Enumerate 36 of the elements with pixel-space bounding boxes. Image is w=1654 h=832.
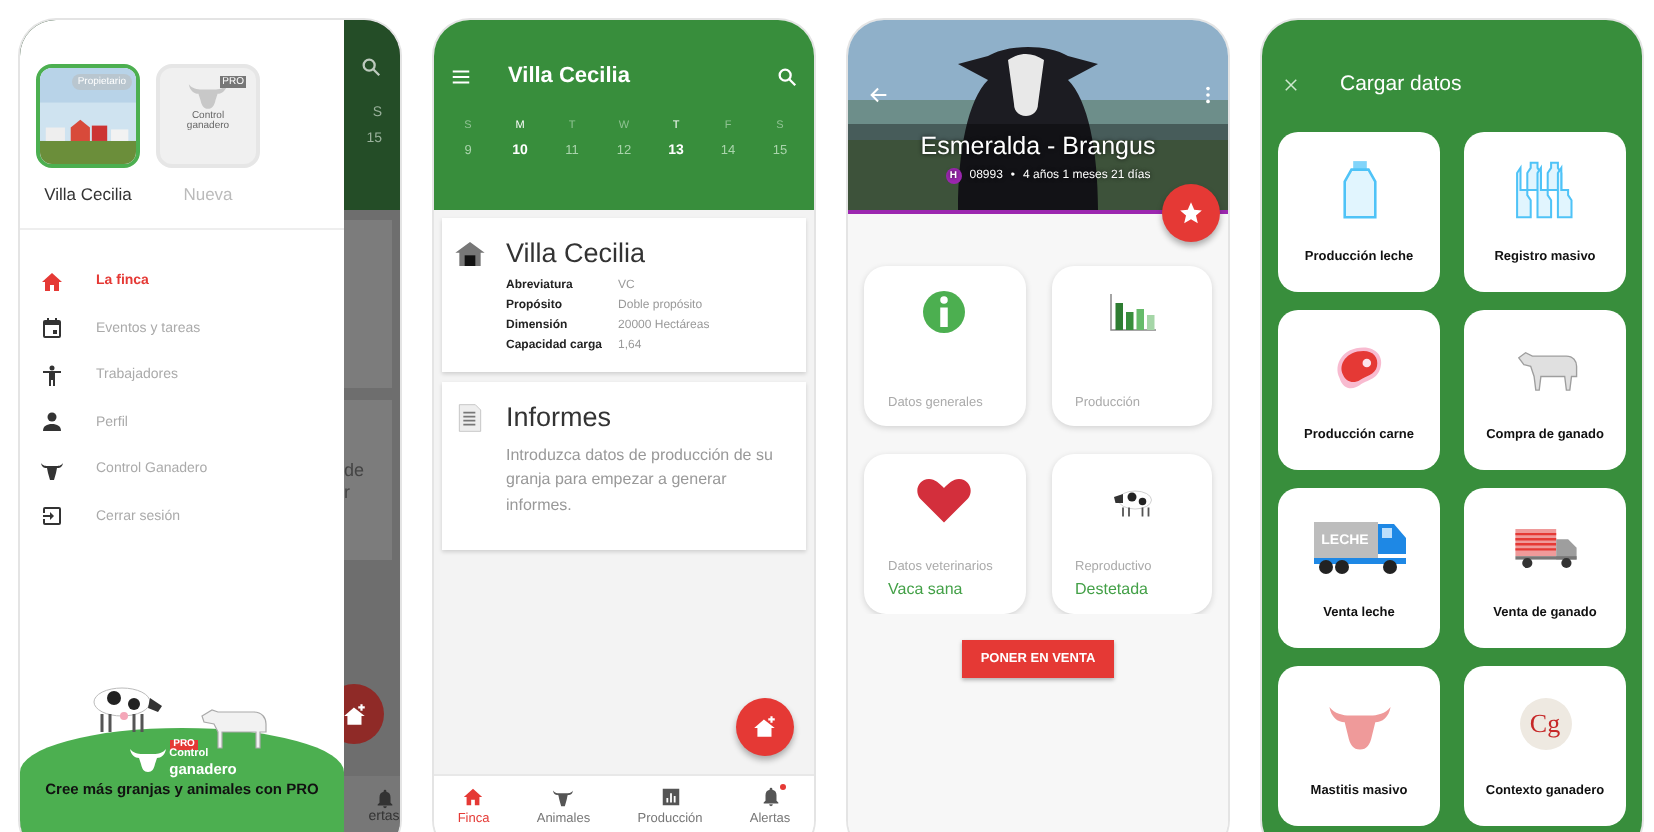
person-icon [40,363,64,388]
calendar-icon [40,316,64,341]
farm-name: Villa Cecilia [44,184,132,204]
profile-icon [40,410,64,435]
reports-card[interactable]: Informes Introduzca datos de producción de su granja para empezar a generar informes. [442,382,806,551]
screen-title: Cargar datos [1340,72,1462,96]
more-options-icon[interactable] [1204,84,1212,106]
status-text: Destetada [1075,580,1150,598]
barn-icon [454,238,486,270]
star-icon [1178,200,1204,226]
card-text: de [344,459,367,479]
farm-name: Nueva [183,184,233,204]
milk-bottles-icon [1511,156,1579,224]
document-icon [454,402,486,434]
bell-icon [373,788,395,810]
search-icon[interactable] [360,56,382,78]
screen-title: Villa Cecilia [508,64,632,88]
back-arrow-icon[interactable] [868,84,890,106]
home-icon [462,786,485,808]
cow-head-icon [552,786,575,808]
status-text: Vaca sana [888,580,965,598]
farm-title: Villa Cecilia [506,238,648,268]
reports-title: Informes [506,402,614,432]
bell-icon [759,786,782,808]
reports-text: Introduzca datos de producción de su granja para empezar a generar informes. [506,444,775,518]
close-icon[interactable] [1282,75,1300,93]
animal-name: Esmeralda - Brangus [920,132,1156,160]
chart-icon [659,786,681,808]
home-icon [40,269,64,294]
add-home-icon [752,714,778,740]
logout-icon [40,504,64,529]
cow-head-icon [186,80,230,112]
cow-head-icon [127,744,168,776]
menu-icon[interactable] [450,65,472,87]
search-icon[interactable] [776,65,798,87]
logo-icon: Cg [1519,698,1571,750]
